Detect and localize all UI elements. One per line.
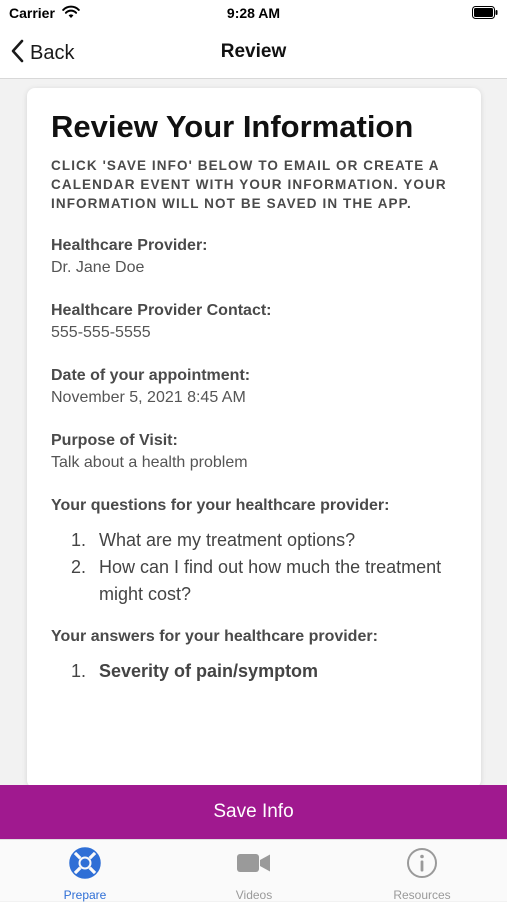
list-number: 2. (71, 557, 87, 578)
lifebuoy-icon (68, 846, 102, 885)
list-item: 2. How can I find out how much the treat… (51, 554, 457, 608)
field-value: November 5, 2021 8:45 AM (51, 389, 246, 407)
list-number: 1. (71, 661, 87, 682)
answers-list: 1. Severity of pain/symptom (51, 658, 457, 685)
tab-resources[interactable]: Resources (362, 846, 482, 902)
field-purpose-of-visit: Purpose of Visit: Talk about a health pr… (51, 430, 457, 474)
list-text: Severity of pain/symptom (99, 661, 319, 682)
field-provider-contact: Healthcare Provider Contact: 555-555-555… (51, 300, 457, 344)
list-text: How can I find out how much the treatmen… (99, 557, 442, 605)
field-label: Purpose of Visit: (51, 432, 178, 450)
field-label: Healthcare Provider: (51, 237, 208, 255)
field-value: Talk about a health problem (51, 454, 248, 472)
field-value: 555-555-5555 (51, 324, 151, 342)
navigation-bar: Back Review (0, 28, 507, 79)
tab-bar: Prepare Videos Resources (0, 839, 507, 902)
field-healthcare-provider: Healthcare Provider: Dr. Jane Doe (51, 235, 457, 279)
questions-heading: Your questions for your healthcare provi… (51, 497, 390, 515)
page-title: Review (220, 41, 287, 62)
field-label: Date of your appointment: (51, 367, 251, 385)
info-circle-icon (405, 846, 439, 885)
answers-heading: Your answers for your healthcare provide… (51, 628, 378, 646)
save-info-button[interactable]: Save Info (0, 785, 507, 839)
review-card: Review Your Information CLICK 'SAVE INFO… (27, 88, 481, 788)
list-item: 1. What are my treatment options? (51, 527, 457, 554)
questions-list: 1. What are my treatment options? 2. How… (51, 527, 457, 608)
status-bar: Carrier 9:28 AM (0, 0, 507, 28)
tab-videos[interactable]: Videos (194, 846, 314, 902)
video-camera-icon (236, 846, 272, 885)
list-item: 1. Severity of pain/symptom (51, 658, 457, 685)
field-value: Dr. Jane Doe (51, 259, 145, 277)
field-label: Healthcare Provider Contact: (51, 302, 272, 320)
list-text: What are my treatment options? (99, 530, 356, 551)
instructions-text: CLICK 'SAVE INFO' BELOW TO EMAIL OR CREA… (51, 158, 447, 212)
battery-icon (472, 6, 498, 19)
card-title: Review Your Information (51, 109, 414, 144)
list-number: 1. (71, 530, 87, 551)
field-appointment-date: Date of your appointment: November 5, 20… (51, 365, 457, 409)
status-time: 9:28 AM (226, 5, 281, 21)
tab-prepare[interactable]: Prepare (25, 846, 145, 902)
